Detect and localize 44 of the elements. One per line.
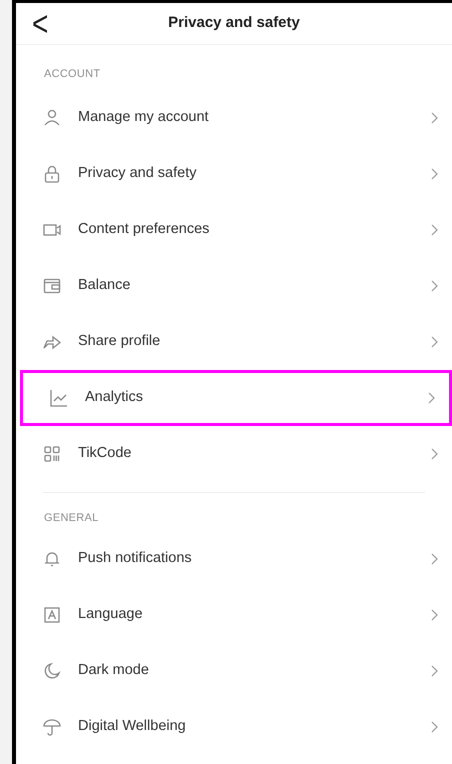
row-label: Dark mode	[78, 661, 150, 680]
lock-icon	[42, 164, 62, 184]
settings-row[interactable]: Language	[16, 587, 452, 643]
settings-row[interactable]: Dark mode	[16, 643, 452, 699]
chevron-right-icon	[428, 392, 435, 404]
person-icon	[42, 108, 62, 128]
chevron-right-icon	[431, 553, 438, 565]
section-header: ACCOUNT	[43, 67, 102, 82]
chevron-right-icon	[431, 336, 438, 348]
settings-row[interactable]: Content preferences	[16, 202, 452, 258]
crescent-moon-icon	[42, 661, 62, 681]
chevron-right-icon	[431, 665, 438, 677]
line-chart-icon	[49, 388, 69, 408]
settings-row[interactable]: Digital Wellbeing	[16, 699, 452, 755]
settings-row[interactable]: Balance	[16, 258, 452, 314]
qr-code-icon	[42, 444, 62, 464]
row-label: Share profile	[78, 332, 162, 351]
letter-a-icon	[42, 605, 62, 625]
chevron-right-icon	[431, 224, 438, 236]
settings-row[interactable]: Share profile	[16, 314, 452, 370]
chevron-right-icon	[431, 609, 438, 621]
row-label: Privacy and safety	[78, 164, 198, 183]
settings-row[interactable]: TikCode	[16, 426, 452, 482]
section-header: GENERAL	[43, 510, 100, 526]
row-label: Analytics	[85, 388, 144, 407]
chevron-right-icon	[431, 112, 438, 124]
chevron-right-icon	[431, 721, 438, 733]
umbrella-icon	[42, 717, 62, 737]
row-label: Content preferences	[78, 220, 210, 239]
row-label: Balance	[78, 276, 132, 295]
row-label: Digital Wellbeing	[78, 717, 187, 736]
settings-row[interactable]: Privacy and safety	[16, 146, 452, 202]
row-label: Manage my account	[78, 108, 210, 127]
row-label: TikCode	[78, 444, 132, 463]
row-label: Push notifications	[78, 549, 193, 568]
settings-row[interactable]: Analytics	[20, 370, 452, 426]
back-button[interactable]: <	[28, 4, 52, 44]
chevron-right-icon	[431, 448, 438, 460]
settings-row[interactable]: Manage my account	[16, 90, 452, 146]
page-title: Privacy and safety	[168, 13, 300, 34]
chevron-right-icon	[431, 280, 438, 292]
chevron-right-icon	[431, 168, 438, 180]
settings-row[interactable]: Push notifications	[16, 531, 452, 587]
row-label: Language	[78, 605, 144, 624]
